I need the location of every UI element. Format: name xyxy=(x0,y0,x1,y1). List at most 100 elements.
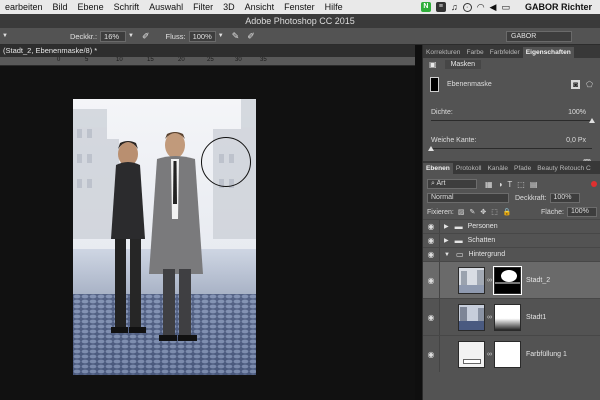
chevron-right-icon[interactable]: ▶ xyxy=(444,237,449,244)
menu-filter[interactable]: Filter xyxy=(188,2,218,12)
link-icon[interactable]: ∞ xyxy=(487,277,492,284)
tab-paths[interactable]: Pfade xyxy=(511,163,534,174)
tab-history[interactable]: Protokoll xyxy=(453,163,485,174)
feather-value[interactable]: 0,0 Px xyxy=(566,137,586,144)
visibility-eye-icon[interactable]: ◉ xyxy=(423,313,439,322)
menu-type[interactable]: Schrift xyxy=(109,2,145,12)
battery-icon[interactable]: ▭ xyxy=(501,2,510,13)
layer-mask-thumbnail[interactable] xyxy=(430,76,439,92)
right-panel-dock: Korrekturen Farbe Farbfelder Eigenschaft… xyxy=(422,45,600,400)
visibility-eye-icon[interactable]: ◉ xyxy=(423,222,439,231)
vector-mask-icon[interactable]: ⬠ xyxy=(586,80,593,89)
filter-kind-select[interactable]: ⌕ Art xyxy=(427,179,477,189)
filter-smartobject-icon[interactable]: ▤ xyxy=(530,180,538,189)
layer-name: Stadt_2 xyxy=(526,276,551,284)
blend-mode-select[interactable]: Normal xyxy=(427,193,509,203)
airbrush-icon[interactable]: ✎ xyxy=(232,31,240,42)
feather-knob[interactable] xyxy=(428,146,434,151)
filter-toggle[interactable] xyxy=(591,181,597,187)
visibility-eye-icon[interactable]: ◉ xyxy=(423,276,439,285)
sync-icon[interactable]: · xyxy=(462,2,472,12)
pressure-opacity-icon[interactable]: ✐ xyxy=(142,31,150,42)
brush-flow-field[interactable]: 100% xyxy=(188,30,216,42)
tab-swatches[interactable]: Farbfelder xyxy=(487,47,523,58)
filter-pixel-icon[interactable]: ▦ xyxy=(485,180,493,189)
chevron-down-icon[interactable]: ▼ xyxy=(444,252,450,258)
menu-view[interactable]: Ansicht xyxy=(240,2,280,12)
feather-track xyxy=(431,148,592,149)
layer-thumbnail[interactable] xyxy=(458,303,485,331)
layer-mask-thumbnail[interactable] xyxy=(493,265,522,295)
tray-app-icon[interactable]: ≡ xyxy=(435,2,446,12)
layers-tabs: Ebenen Protokoll Kanäle Pfade Beauty Ret… xyxy=(423,161,600,174)
wifi-icon[interactable]: ◠ xyxy=(477,2,485,13)
filter-type-icon[interactable]: T xyxy=(507,180,512,189)
brush-opacity-field[interactable]: 16% xyxy=(100,30,127,42)
layer-group-personen[interactable]: ◉ ▶ ▬ Personen xyxy=(423,219,600,233)
menu-select[interactable]: Auswahl xyxy=(144,2,188,12)
visibility-eye-icon[interactable]: ◉ xyxy=(423,250,439,259)
opacity-caret-icon[interactable]: ▼ xyxy=(128,33,134,39)
ruler-label: 5 xyxy=(85,57,89,63)
notification-bell-icon[interactable]: ♫ xyxy=(451,2,458,12)
chevron-right-icon[interactable]: ▶ xyxy=(444,223,449,230)
density-knob[interactable] xyxy=(589,118,595,123)
fill-field[interactable]: 100% xyxy=(567,207,597,217)
tab-properties[interactable]: Eigenschaften xyxy=(522,47,574,58)
layer-stadt-2[interactable]: ◉ ∞ Stadt_2 xyxy=(423,261,600,298)
lock-all-icon[interactable]: 🔒 xyxy=(503,208,512,216)
properties-header: ▣ Masken xyxy=(423,58,600,71)
lock-artboard-icon[interactable]: ⬚ xyxy=(491,208,498,216)
menu-edit[interactable]: earbeiten xyxy=(0,2,48,12)
menu-window[interactable]: Fenster xyxy=(279,2,320,12)
layer-stadt1[interactable]: ◉ ∞ Stadt1 xyxy=(423,298,600,335)
workspace-select[interactable]: GABOR xyxy=(506,30,572,42)
visibility-eye-icon[interactable]: ◉ xyxy=(423,236,439,245)
fill-layer-thumbnail[interactable] xyxy=(458,340,485,368)
tab-layers[interactable]: Ebenen xyxy=(423,163,453,174)
user-name[interactable]: GABOR Richter xyxy=(525,2,592,12)
layer-group-schatten[interactable]: ◉ ▶ ▬ Schatten xyxy=(423,233,600,247)
layer-mask-thumbnail[interactable] xyxy=(494,303,521,331)
density-row: Dichte: 100% xyxy=(423,107,600,118)
city-thumbnail-image xyxy=(459,267,484,293)
filter-shape-icon[interactable]: ⬚ xyxy=(517,180,525,189)
pixel-mask-icon[interactable]: ◙ xyxy=(571,79,581,89)
menu-bar: earbeiten Bild Ebene Schrift Auswahl Fil… xyxy=(0,0,600,14)
flow-caret-icon[interactable]: ▼ xyxy=(218,33,224,39)
options-bar: ▼ Deckkr.: 16% ▼ ✐ Fluss: 100% ▼ ✎ ✐ GAB… xyxy=(0,28,600,45)
tab-beauty-retouch[interactable]: Beauty Retouch C xyxy=(534,163,594,174)
pressure-size-icon[interactable]: ✐ xyxy=(247,31,255,42)
horizontal-ruler: 0 5 10 15 20 25 30 35 xyxy=(0,57,415,66)
density-value[interactable]: 100% xyxy=(568,109,586,116)
feather-label: Weiche Kante: xyxy=(431,137,477,144)
layer-mask-label: Ebenenmaske xyxy=(447,80,492,88)
tab-channels[interactable]: Kanäle xyxy=(484,163,511,174)
layer-mask-thumbnail[interactable] xyxy=(494,340,521,368)
feather-slider[interactable] xyxy=(428,146,592,152)
lock-transparent-icon[interactable]: ▨ xyxy=(458,208,465,216)
tab-color[interactable]: Farbe xyxy=(463,47,486,58)
menu-help[interactable]: Hilfe xyxy=(320,2,348,12)
layer-thumbnail[interactable] xyxy=(458,266,485,294)
document-tab[interactable]: (Stadt_2, Ebenenmaske/8) * xyxy=(0,45,415,57)
link-icon[interactable]: ∞ xyxy=(487,314,492,321)
lock-pixels-icon[interactable]: ✎ xyxy=(469,208,475,216)
volume-icon[interactable]: ◀ xyxy=(490,2,497,13)
app-status-icon[interactable]: N xyxy=(420,2,431,12)
menu-layer[interactable]: Ebene xyxy=(73,2,109,12)
filter-adjustment-icon[interactable]: ◑ xyxy=(498,180,503,189)
link-icon[interactable]: ∞ xyxy=(487,351,492,358)
opacity-field[interactable]: 100% xyxy=(549,193,580,203)
layer-farbfuellung-1[interactable]: ◉ ∞ Farbfüllung 1 xyxy=(423,335,600,372)
menu-image[interactable]: Bild xyxy=(48,2,73,12)
tab-adjustments[interactable]: Korrekturen xyxy=(423,47,463,58)
layer-group-hintergrund[interactable]: ◉ ▼ ▭ Hintergrund xyxy=(423,247,600,261)
lock-position-icon[interactable]: ✥ xyxy=(480,208,486,216)
layer-name: Personen xyxy=(467,223,498,230)
density-slider[interactable] xyxy=(431,118,595,124)
dropdown-caret-icon[interactable]: ▼ xyxy=(2,33,8,39)
menu-3d[interactable]: 3D xyxy=(218,2,240,12)
visibility-eye-icon[interactable]: ◉ xyxy=(423,350,439,359)
folder-icon: ▬ xyxy=(454,236,463,245)
